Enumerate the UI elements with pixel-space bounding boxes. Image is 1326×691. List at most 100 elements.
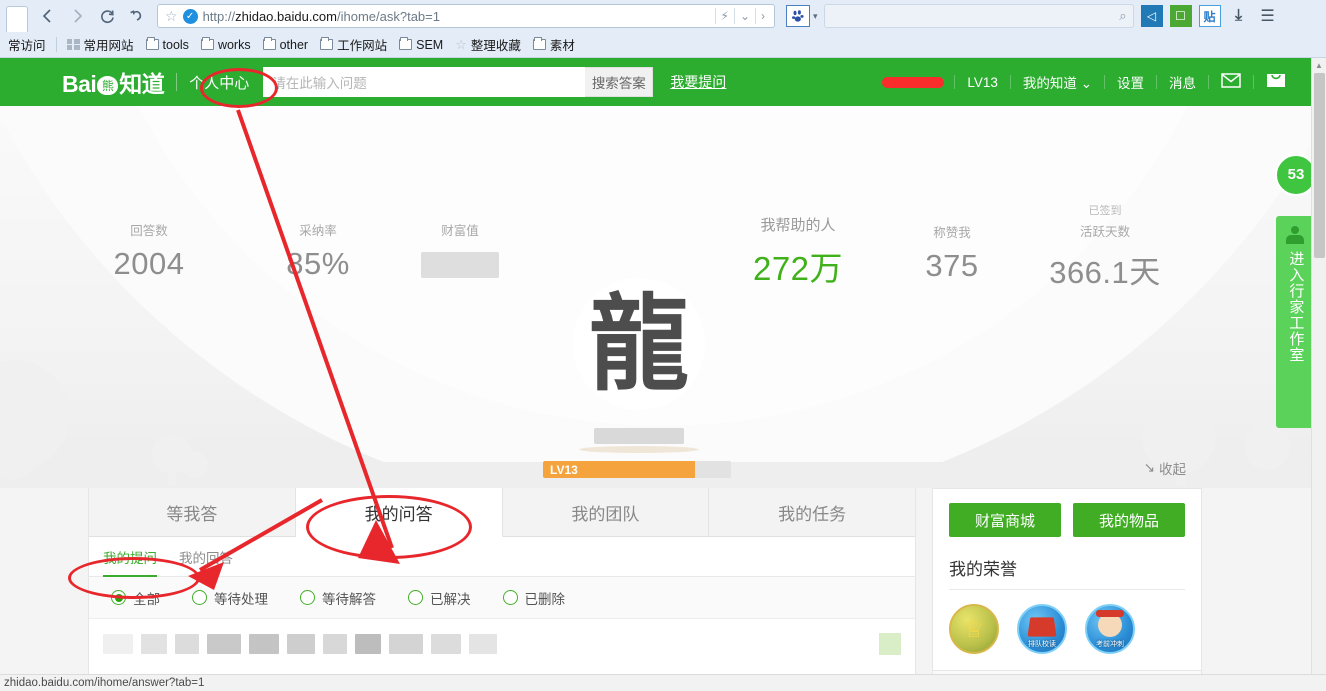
paste-tool-icon[interactable]: 贴 [1199, 5, 1221, 27]
stat-adoption-rate: 采纳率 85% [272, 220, 364, 282]
folder-icon [399, 39, 412, 50]
bookmark-frequent[interactable]: 常访问 [2, 34, 52, 55]
lightning-icon[interactable]: ⚡ [715, 8, 734, 24]
stat-answers: 回答数 2004 [104, 220, 194, 282]
bookmark-other[interactable]: other [257, 34, 315, 55]
star-icon: ☆ [455, 37, 467, 53]
browser-tab[interactable] [6, 6, 28, 32]
chevron-down-icon[interactable]: ⌄ [734, 8, 755, 24]
filter-resolved[interactable]: 已解决 [408, 588, 471, 608]
filter-label: 等待处理 [214, 588, 268, 608]
engine-caret-icon[interactable]: ▾ [813, 11, 818, 22]
site-search-input[interactable]: 请在此输入问题 [263, 67, 585, 97]
chevron-down-icon: ⌄ [1081, 76, 1092, 91]
honor-badge-list: 排队校读 考前冲刺 [949, 604, 1185, 654]
tab-my-team[interactable]: 我的团队 [503, 488, 710, 536]
logo-left: Bai [62, 71, 96, 97]
book-glyph [1028, 617, 1057, 636]
tab-my-tasks[interactable]: 我的任务 [709, 488, 915, 536]
scroll-up-arrow[interactable]: ▲ [1312, 58, 1326, 73]
radio-icon[interactable] [192, 590, 207, 605]
question-list [89, 619, 915, 678]
radio-icon[interactable] [408, 590, 423, 605]
bag-icon[interactable] [1254, 72, 1298, 92]
bookmark-tools[interactable]: tools [140, 34, 195, 55]
status-url: zhidao.baidu.com/ihome/answer?tab=1 [4, 677, 204, 689]
filter-deleted[interactable]: 已删除 [503, 588, 566, 608]
stat-label: 我帮助的人 [736, 214, 860, 235]
back-button[interactable] [32, 2, 62, 30]
bookmark-label: works [218, 38, 251, 52]
forward-button[interactable] [62, 2, 92, 30]
scrollbar-thumb[interactable] [1314, 73, 1325, 258]
browser-search-box[interactable]: ⌕ [824, 4, 1134, 28]
subtab-bar: 我的提问 我的回答 [89, 537, 915, 577]
crop-tool-icon[interactable]: ☐ [1170, 5, 1192, 27]
radio-icon[interactable] [503, 590, 518, 605]
stat-value-redacted [421, 252, 499, 278]
download-tool-icon[interactable]: ⤓ [1228, 5, 1250, 27]
radio-icon[interactable] [300, 590, 315, 605]
folder-icon [533, 39, 546, 50]
collapse-label: 收起 [1159, 458, 1186, 478]
ask-question-link[interactable]: 我要提问 [670, 72, 726, 92]
book-badge-icon[interactable]: 排队校读 [1017, 604, 1067, 654]
messages-link[interactable]: 消息 [1157, 72, 1208, 92]
annotation-ellipse-personal-center [200, 68, 278, 108]
bookmark-organize-favorites[interactable]: ☆ 整理收藏 [449, 34, 527, 55]
gold-shield-badge-icon[interactable] [949, 604, 999, 654]
my-items-button[interactable]: 我的物品 [1073, 503, 1185, 537]
baidu-search-engine-icon[interactable] [786, 5, 810, 27]
wealth-mall-button[interactable]: 财富商城 [949, 503, 1061, 537]
screen: ☆ ✓ http://zhidao.baidu.com/ihome/ask?ta… [0, 0, 1326, 691]
username-redacted[interactable] [882, 77, 944, 88]
speaker-tool-icon[interactable]: ◁ [1141, 5, 1163, 27]
list-item[interactable] [89, 633, 915, 655]
avatar-block: 龍 [573, 278, 705, 453]
settings-link[interactable]: 设置 [1105, 72, 1156, 92]
main-column: 等我答 我的问答 我的团队 我的任务 我的提问 我的回答 全部 [88, 488, 916, 678]
avatar[interactable]: 龍 [573, 278, 705, 410]
level-progress-fill: LV13 [543, 461, 695, 478]
my-zhidao-menu[interactable]: 我的知道 ⌄ [1011, 72, 1104, 92]
logo-right: 知道 [119, 71, 164, 97]
collapse-button[interactable]: ↘ 收起 [1144, 458, 1186, 478]
filter-pending-answer[interactable]: 等待解答 [300, 588, 376, 608]
bookmark-work-sites[interactable]: 工作网站 [314, 34, 393, 55]
exam-badge-icon[interactable]: 考前冲刺 [1085, 604, 1135, 654]
filter-pending-processing[interactable]: 等待处理 [192, 588, 268, 608]
bookmark-label: tools [163, 38, 189, 52]
my-zhidao-label: 我的知道 [1023, 76, 1077, 91]
url-text[interactable]: http://zhidao.baidu.com/ihome/ask?tab=1 [203, 9, 715, 24]
redacted-segment [355, 634, 381, 654]
stat-label: 采纳率 [272, 220, 364, 239]
bookmark-materials[interactable]: 素材 [527, 34, 581, 55]
page-scrollbar[interactable]: ▲ [1311, 58, 1326, 678]
browser-nav-row: ☆ ✓ http://zhidao.baidu.com/ihome/ask?ta… [0, 0, 1326, 32]
bookmark-divider [56, 37, 57, 52]
stat-label: 回答数 [104, 220, 194, 239]
bookmark-common-sites[interactable]: 常用网站 [61, 34, 140, 55]
site-search-button[interactable]: 搜索答案 [585, 67, 653, 97]
expert-studio-panel[interactable]: 53 进入行家工作室 [1276, 216, 1314, 428]
reload-icon[interactable] [92, 2, 122, 30]
search-icon[interactable]: ⌕ [1119, 8, 1126, 24]
bookmarks-bar: 常访问 常用网站 tools works other 工作网站 [0, 32, 1326, 57]
bookmark-star-icon[interactable]: ☆ [162, 8, 183, 25]
go-icon[interactable]: › [755, 8, 770, 24]
stat-value: 366.1天 [1040, 247, 1170, 292]
bookmark-label: 素材 [550, 35, 575, 54]
menu-tool-icon[interactable]: ☰ [1257, 5, 1279, 27]
address-bar[interactable]: ☆ ✓ http://zhidao.baidu.com/ihome/ask?ta… [157, 4, 775, 28]
undo-icon[interactable] [122, 2, 152, 30]
mail-icon[interactable] [1209, 73, 1253, 91]
folder-icon [320, 39, 333, 50]
tab-waiting-for-me[interactable]: 等我答 [89, 488, 296, 536]
stat-value: 272万 [736, 242, 860, 290]
tab-label: 我的团队 [571, 500, 639, 525]
username-shadow [579, 446, 699, 453]
bookmark-sem[interactable]: SEM [393, 34, 449, 55]
baidu-zhidao-logo[interactable]: Bai 知道 [62, 65, 164, 99]
bookmark-works[interactable]: works [195, 34, 257, 55]
hero-username-redacted [594, 428, 684, 444]
